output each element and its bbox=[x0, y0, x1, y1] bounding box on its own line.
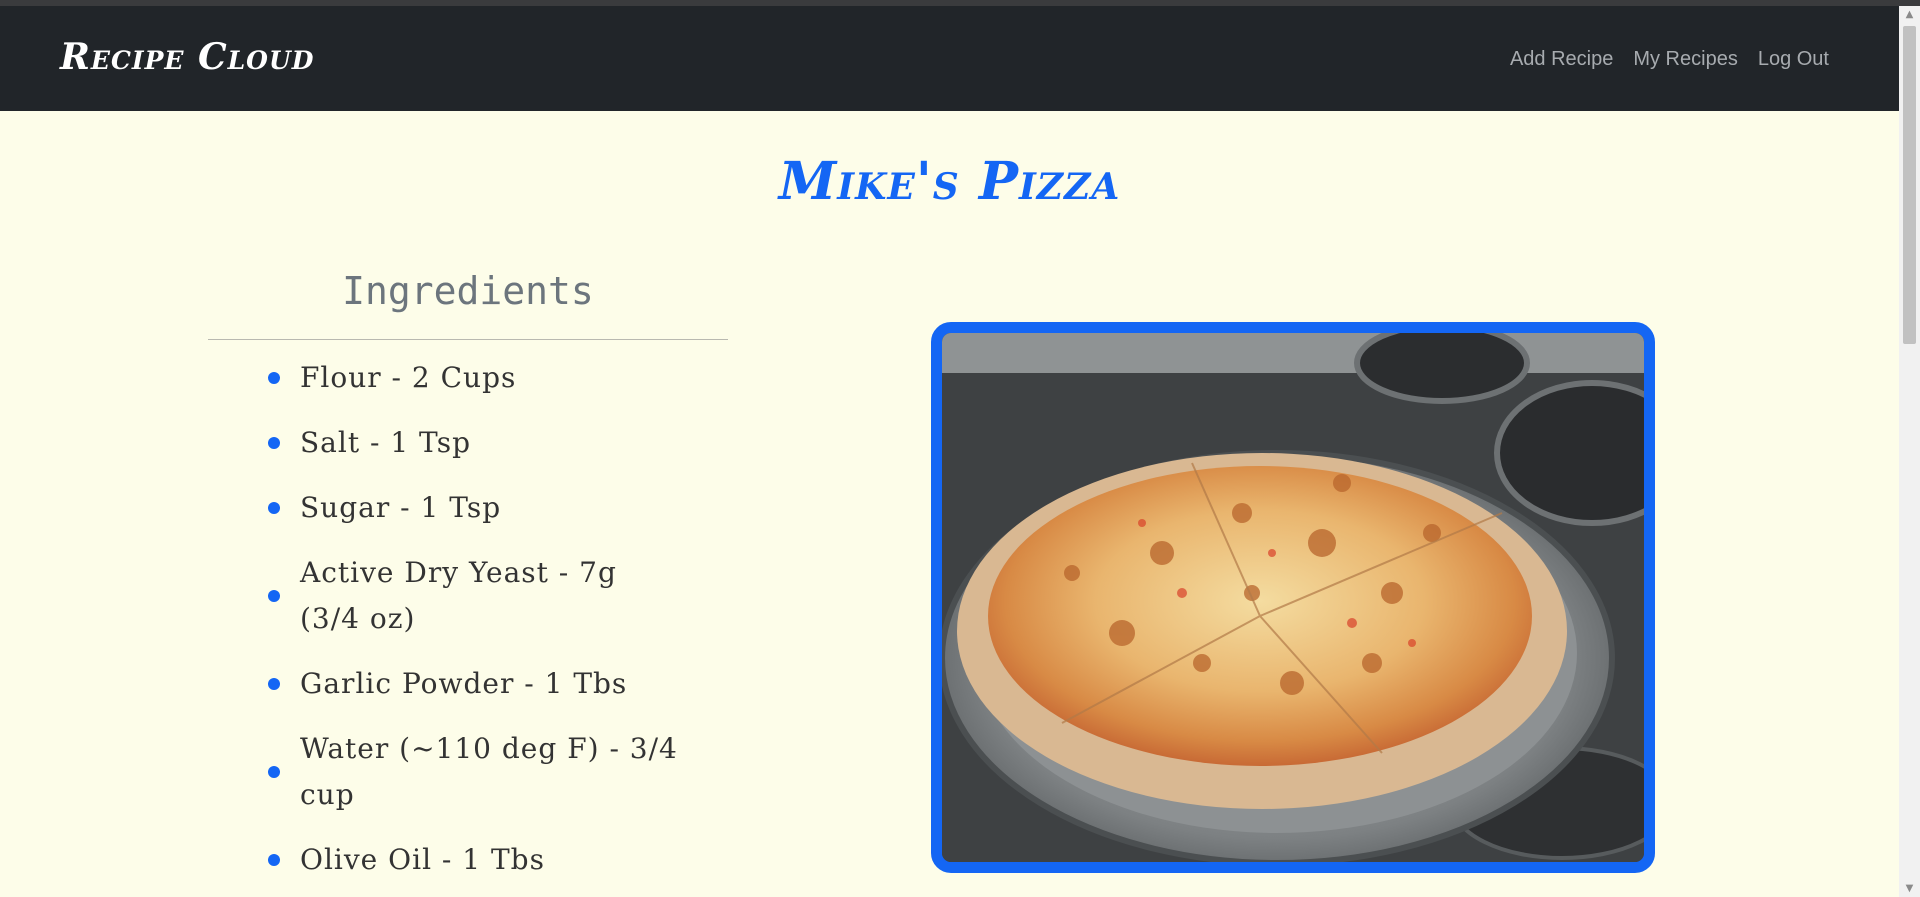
ingredient-item: Salt - 1 Tsp bbox=[260, 420, 680, 466]
page-scrollbar[interactable]: ▲ ▼ bbox=[1899, 6, 1920, 897]
bullet-icon bbox=[268, 678, 280, 690]
recipe-photo bbox=[931, 322, 1655, 873]
recipe-content: Mike's Pizza Ingredients Flour - 2 Cups … bbox=[0, 111, 1899, 897]
bullet-icon bbox=[268, 502, 280, 514]
ingredient-item: Active Dry Yeast - 7g (3/4 oz) bbox=[260, 550, 680, 642]
bullet-icon bbox=[268, 437, 280, 449]
ingredient-text: Flour - 2 Cups bbox=[300, 361, 517, 394]
scroll-down-icon[interactable]: ▼ bbox=[1899, 880, 1920, 897]
ingredients-heading: Ingredients bbox=[342, 269, 594, 313]
ingredient-text: Garlic Powder - 1 Tbs bbox=[300, 667, 628, 700]
nav-links: Add Recipe My Recipes Log Out bbox=[1510, 48, 1829, 71]
scroll-thumb[interactable] bbox=[1903, 26, 1916, 344]
bullet-icon bbox=[268, 854, 280, 866]
pizza-image bbox=[942, 333, 1644, 862]
nav-add-recipe[interactable]: Add Recipe bbox=[1510, 48, 1613, 71]
ingredient-text: Active Dry Yeast - 7g (3/4 oz) bbox=[300, 556, 617, 635]
nav-log-out[interactable]: Log Out bbox=[1758, 48, 1829, 71]
page: Recipe Cloud Add Recipe My Recipes Log O… bbox=[0, 0, 1920, 897]
bullet-icon bbox=[268, 372, 280, 384]
brand-logo[interactable]: Recipe Cloud bbox=[60, 36, 314, 78]
ingredient-item: Garlic Powder - 1 Tbs bbox=[260, 661, 680, 707]
ingredient-list: Flour - 2 Cups Salt - 1 Tsp Sugar - 1 Ts… bbox=[260, 355, 680, 897]
ingredient-item: Flour - 2 Cups bbox=[260, 355, 680, 401]
recipe-title: Mike's Pizza bbox=[778, 151, 1121, 212]
bullet-icon bbox=[268, 590, 280, 602]
ingredient-text: Olive Oil - 1 Tbs bbox=[300, 843, 545, 876]
ingredient-item: Olive Oil - 1 Tbs bbox=[260, 837, 680, 883]
navbar: Recipe Cloud Add Recipe My Recipes Log O… bbox=[0, 6, 1899, 111]
bullet-icon bbox=[268, 766, 280, 778]
nav-my-recipes[interactable]: My Recipes bbox=[1633, 48, 1737, 71]
ingredients-divider bbox=[208, 339, 728, 340]
ingredient-text: Sugar - 1 Tsp bbox=[300, 491, 502, 524]
ingredient-item: Sugar - 1 Tsp bbox=[260, 485, 680, 531]
ingredient-item: Water (~110 deg F) - 3/4 cup bbox=[260, 726, 680, 818]
ingredient-text: Salt - 1 Tsp bbox=[300, 426, 471, 459]
ingredient-text: Water (~110 deg F) - 3/4 cup bbox=[300, 732, 678, 811]
scroll-up-icon[interactable]: ▲ bbox=[1899, 6, 1920, 23]
